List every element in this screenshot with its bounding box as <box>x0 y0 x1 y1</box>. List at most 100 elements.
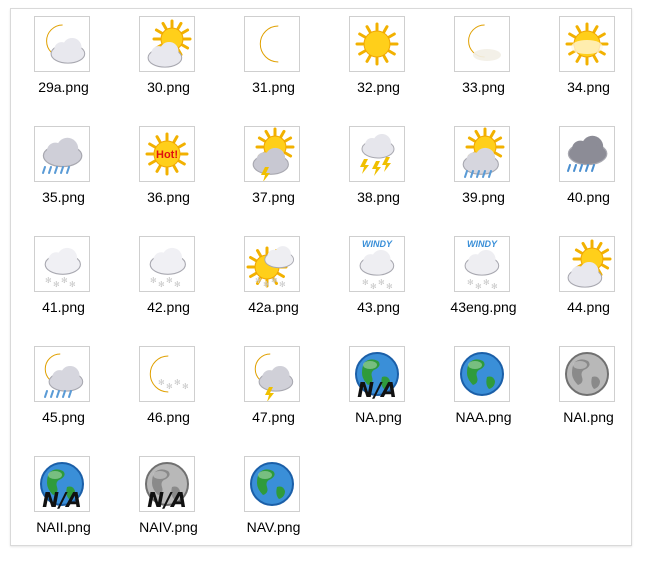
sun-rain-cloud-icon[interactable] <box>454 126 510 182</box>
svg-text:WINDY: WINDY <box>362 239 393 249</box>
svg-text:✻: ✻ <box>386 282 393 291</box>
svg-text:✻: ✻ <box>370 282 377 291</box>
sun-icon[interactable] <box>349 16 405 72</box>
file-name-label[interactable]: 41.png <box>11 299 116 315</box>
windy-cloud-icon[interactable]: WINDY ✻ ✻ ✻ ✻ <box>454 236 510 292</box>
dark-cloud-rain-icon[interactable] <box>559 126 615 182</box>
file-name-label[interactable]: 36.png <box>116 189 221 205</box>
cloud-snowflakes-icon[interactable]: ✻ ✻ ✻ ✻ <box>139 236 195 292</box>
file-name-label[interactable]: 37.png <box>221 189 326 205</box>
globe-na-icon[interactable]: N/A <box>349 346 405 402</box>
file-item[interactable]: N/A NA.png <box>326 339 431 444</box>
file-name-label[interactable]: NAI.png <box>536 409 641 425</box>
file-name-label[interactable]: 43.png <box>326 299 431 315</box>
file-name-label[interactable]: 31.png <box>221 79 326 95</box>
svg-text:✻: ✻ <box>158 378 165 387</box>
file-item[interactable]: ✻ ✻ ✻ ✻ 46.png <box>116 339 221 444</box>
svg-text:✻: ✻ <box>166 382 173 391</box>
sun-cloud-icon[interactable] <box>139 16 195 72</box>
file-item[interactable]: 34.png <box>536 9 641 114</box>
file-item[interactable]: 31.png <box>221 9 326 114</box>
file-item[interactable]: 32.png <box>326 9 431 114</box>
file-item[interactable]: 40.png <box>536 119 641 224</box>
file-item[interactable]: NAI.png <box>536 339 641 444</box>
file-name-label[interactable]: NAII.png <box>11 519 116 535</box>
file-item[interactable]: N/A NAII.png <box>11 449 116 554</box>
file-name-label[interactable]: NAIV.png <box>116 519 221 535</box>
svg-text:✻: ✻ <box>263 280 270 289</box>
file-name-label[interactable]: 30.png <box>116 79 221 95</box>
globe-icon[interactable] <box>244 456 300 512</box>
cloud-snow-icon[interactable]: ✻ ✻ ✻ ✻ <box>34 236 90 292</box>
file-item[interactable]: 47.png <box>221 339 326 444</box>
moon-snow-icon[interactable]: ✻ ✻ ✻ ✻ <box>139 346 195 402</box>
file-name-label[interactable]: NAA.png <box>431 409 536 425</box>
file-item[interactable]: ✻ ✻ ✻ ✻ 42.png <box>116 229 221 334</box>
globe-na-icon[interactable]: N/A <box>34 456 90 512</box>
file-name-label[interactable]: 46.png <box>116 409 221 425</box>
file-item[interactable]: ✻ ✻ ✻ ✻ 41.png <box>11 229 116 334</box>
file-name-label[interactable]: 42a.png <box>221 299 326 315</box>
file-name-label[interactable]: 39.png <box>431 189 536 205</box>
svg-text:N/A: N/A <box>357 378 397 401</box>
svg-text:N/A: N/A <box>42 488 82 511</box>
file-item[interactable]: 37.png <box>221 119 326 224</box>
file-item[interactable]: 35.png <box>11 119 116 224</box>
file-item[interactable]: 44.png <box>536 229 641 334</box>
moon-icon[interactable] <box>244 16 300 72</box>
file-browser-pane: 29a.png 30.png 31.png 32.png 33.png 34.png 3… <box>10 8 632 546</box>
gray-globe-na-icon[interactable]: N/A <box>139 456 195 512</box>
svg-text:N/A: N/A <box>147 488 187 511</box>
file-name-label[interactable]: 32.png <box>326 79 431 95</box>
moon-cloud-rain-icon[interactable] <box>34 346 90 402</box>
file-name-label[interactable]: 40.png <box>536 189 641 205</box>
cloud-rain-snow-icon[interactable] <box>34 126 90 182</box>
file-name-label[interactable]: 35.png <box>11 189 116 205</box>
file-item[interactable]: WINDY ✻ ✻ ✻ ✻ 43.png <box>326 229 431 334</box>
file-item[interactable]: ✻ ✻ ✻ ✻ 42a.png <box>221 229 326 334</box>
file-item[interactable]: N/A NAIV.png <box>116 449 221 554</box>
file-item[interactable]: 39.png <box>431 119 536 224</box>
moon-storm-cloud-icon[interactable] <box>244 346 300 402</box>
sun-snow-cloud-icon[interactable]: ✻ ✻ ✻ ✻ <box>244 236 300 292</box>
svg-text:✻: ✻ <box>279 280 286 289</box>
file-item[interactable]: 38.png <box>326 119 431 224</box>
svg-text:✻: ✻ <box>378 278 385 287</box>
file-name-label[interactable]: 38.png <box>326 189 431 205</box>
sun-cloud-icon[interactable] <box>559 236 615 292</box>
file-name-label[interactable]: 34.png <box>536 79 641 95</box>
file-name-label[interactable]: 45.png <box>11 409 116 425</box>
svg-text:Hot!: Hot! <box>156 149 178 161</box>
file-item[interactable]: Hot! 36.png <box>116 119 221 224</box>
sun-hot-icon[interactable]: Hot! <box>139 126 195 182</box>
file-item[interactable]: 30.png <box>116 9 221 114</box>
file-item[interactable]: 45.png <box>11 339 116 444</box>
file-name-label[interactable]: 43eng.png <box>431 299 536 315</box>
gray-globe-icon[interactable] <box>559 346 615 402</box>
cloud-lightning-icon[interactable] <box>349 126 405 182</box>
moon-fog-icon[interactable] <box>454 16 510 72</box>
svg-text:✻: ✻ <box>61 276 68 285</box>
file-item[interactable]: WINDY ✻ ✻ ✻ ✻ 43eng.png <box>431 229 536 334</box>
file-name-label[interactable]: 44.png <box>536 299 641 315</box>
svg-text:✻: ✻ <box>491 282 498 291</box>
file-item[interactable]: NAA.png <box>431 339 536 444</box>
svg-text:✻: ✻ <box>362 278 369 287</box>
sun-storm-cloud-icon[interactable] <box>244 126 300 182</box>
svg-text:✻: ✻ <box>45 276 52 285</box>
file-name-label[interactable]: NAV.png <box>221 519 326 535</box>
windy-cloud-icon[interactable]: WINDY ✻ ✻ ✻ ✻ <box>349 236 405 292</box>
globe-icon[interactable] <box>454 346 510 402</box>
file-name-label[interactable]: NA.png <box>326 409 431 425</box>
svg-text:✻: ✻ <box>271 276 278 285</box>
file-name-label[interactable]: 33.png <box>431 79 536 95</box>
file-name-label[interactable]: 29a.png <box>11 79 116 95</box>
file-item[interactable]: 29a.png <box>11 9 116 114</box>
file-name-label[interactable]: 42.png <box>116 299 221 315</box>
sun-haze-icon[interactable] <box>559 16 615 72</box>
moon-cloud-icon[interactable] <box>34 16 90 72</box>
icon-grid: 29a.png 30.png 31.png 32.png 33.png 34.png 3… <box>11 9 631 545</box>
file-name-label[interactable]: 47.png <box>221 409 326 425</box>
file-item[interactable]: NAV.png <box>221 449 326 554</box>
file-item[interactable]: 33.png <box>431 9 536 114</box>
